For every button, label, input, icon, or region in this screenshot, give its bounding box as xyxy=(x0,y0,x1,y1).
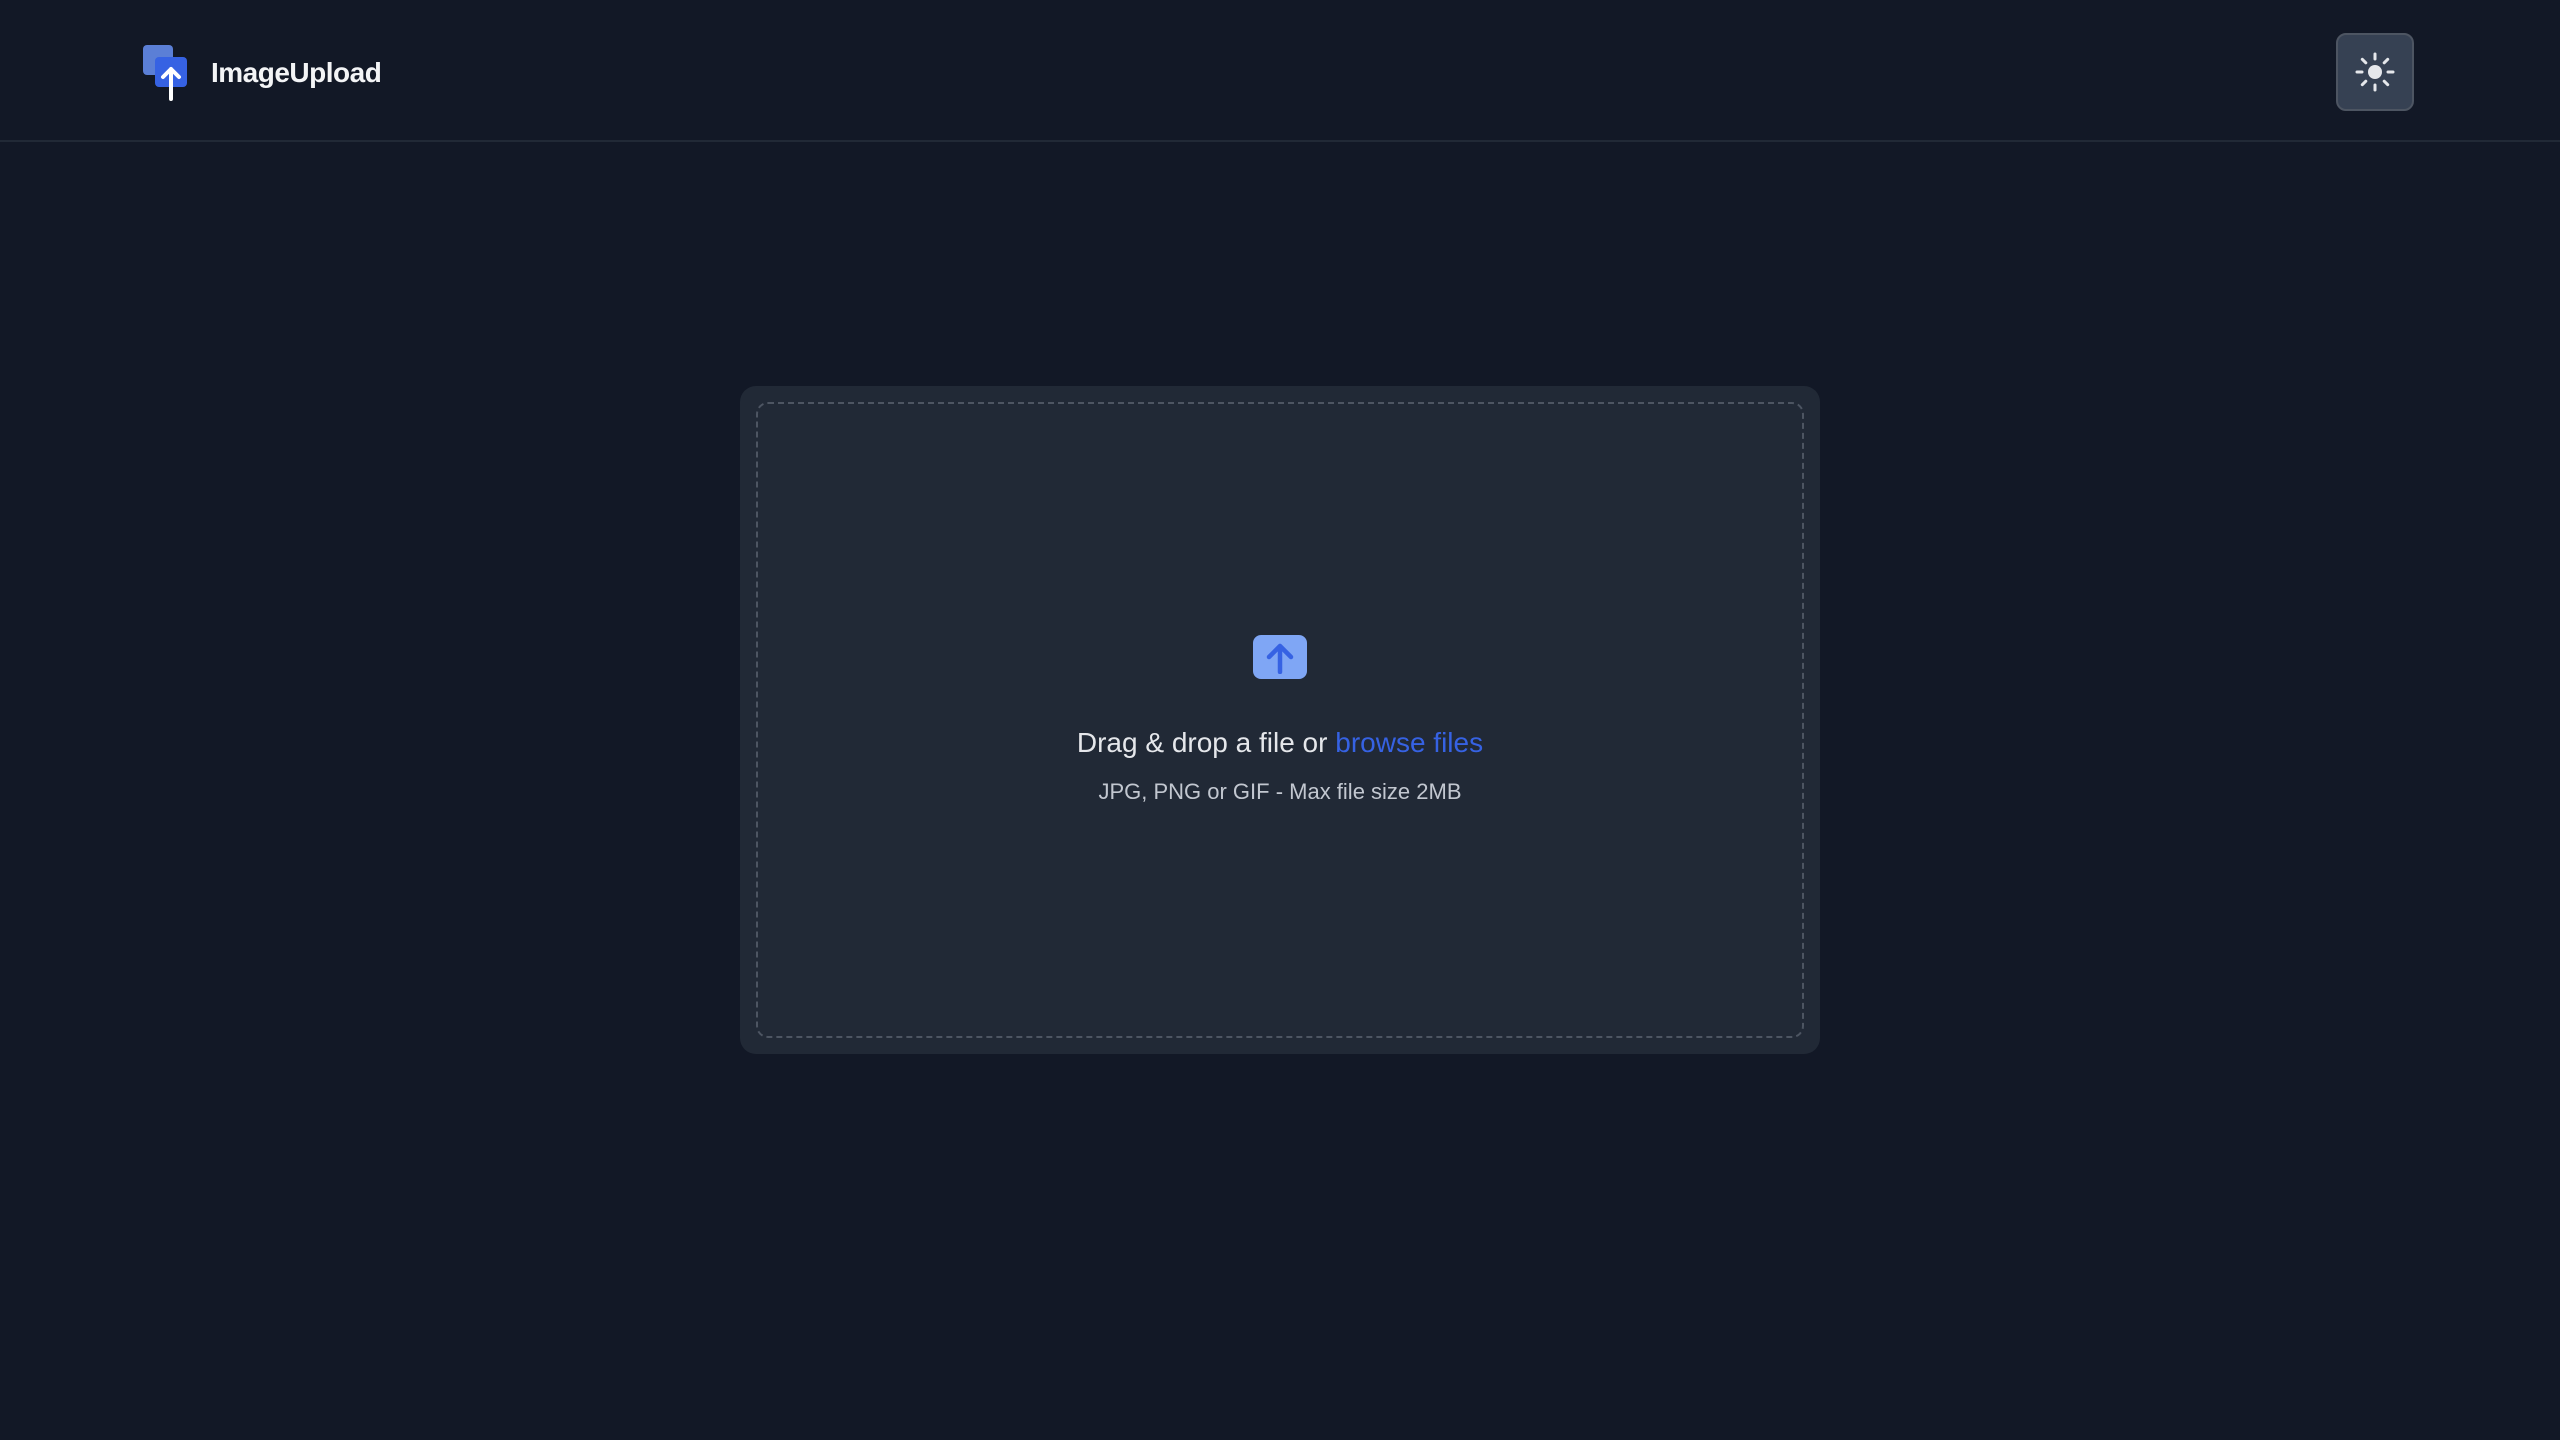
file-constraints-hint: JPG, PNG or GIF - Max file size 2MB xyxy=(1098,779,1462,804)
sun-icon xyxy=(2355,52,2395,92)
drop-prompt: Drag & drop a file or browse files xyxy=(1077,727,1483,759)
brand[interactable]: ImageUpload xyxy=(143,45,382,101)
upload-arrow-icon xyxy=(1253,635,1307,679)
theme-toggle-button[interactable] xyxy=(2336,33,2414,111)
dropzone[interactable]: Drag & drop a file or browse files JPG, … xyxy=(756,402,1804,1038)
app-name: ImageUpload xyxy=(211,57,382,88)
upload-card: Drag & drop a file or browse files JPG, … xyxy=(740,386,1820,1054)
browse-files-link[interactable]: browse files xyxy=(1335,727,1483,758)
drop-prompt-text: Drag & drop a file or xyxy=(1076,727,1328,758)
app-header: ImageUpload xyxy=(0,0,2560,142)
image-upload-logo-icon xyxy=(143,45,187,101)
